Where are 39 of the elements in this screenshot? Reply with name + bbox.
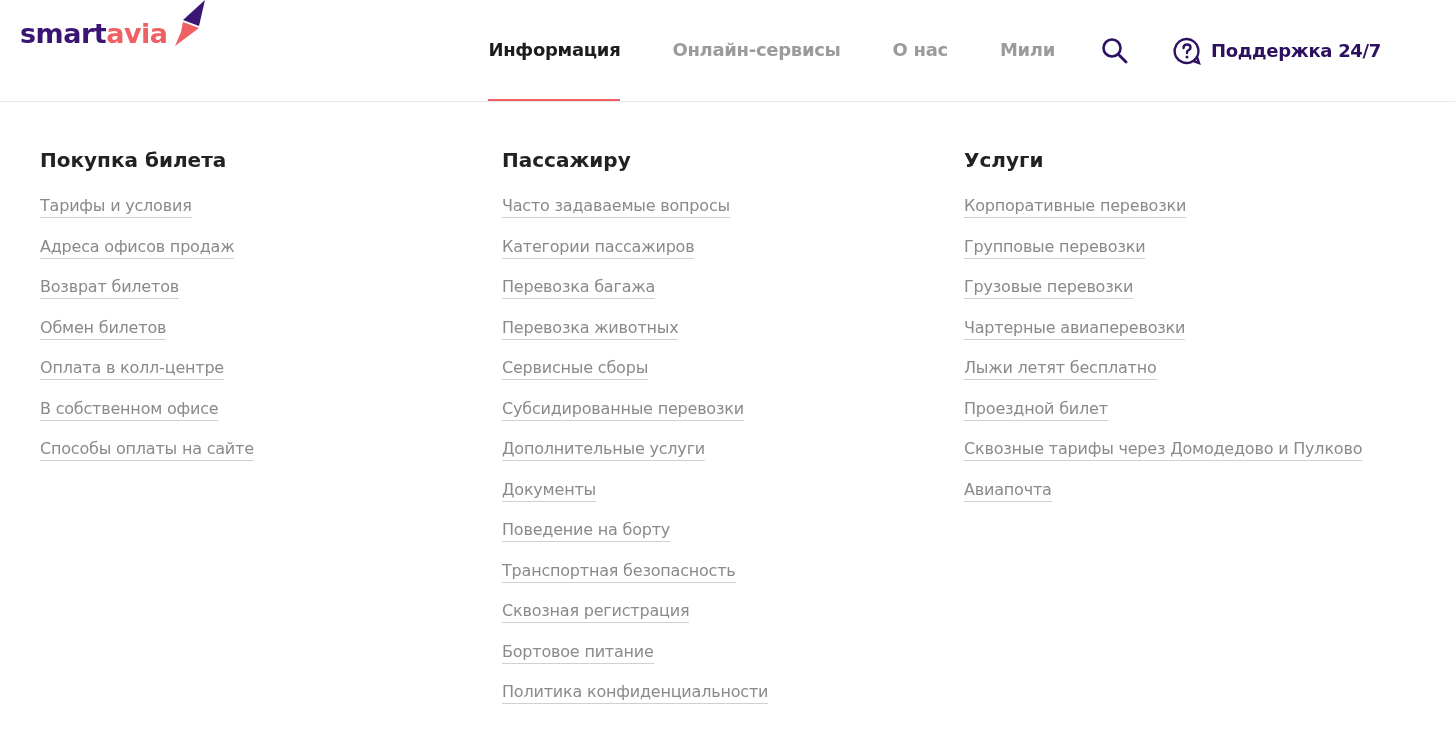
menu-link[interactable]: В собственном офисе: [40, 397, 219, 421]
nav-tab[interactable]: Мили: [999, 0, 1055, 101]
nav-tab[interactable]: Онлайн-сервисы: [672, 0, 841, 101]
menu-link[interactable]: Оплата в колл-центре: [40, 357, 224, 380]
menu-link[interactable]: Авиапочта: [964, 478, 1052, 502]
search-icon[interactable]: [1101, 36, 1129, 65]
menu-link[interactable]: Перевозка багажа: [502, 276, 656, 299]
help-bubble-icon[interactable]: [1173, 36, 1201, 65]
menu-link[interactable]: Адреса офисов продаж: [40, 235, 235, 259]
menu-link[interactable]: Грузовые перевозки: [964, 276, 1134, 299]
menu-link[interactable]: Обмен билетов: [40, 316, 167, 340]
menu-link[interactable]: Субсидированные перевозки: [502, 397, 744, 421]
menu-link[interactable]: Сервисные сборы: [502, 357, 649, 380]
menu-link[interactable]: Категории пассажиров: [502, 235, 695, 259]
menu-link[interactable]: Дополнительные услуги: [502, 438, 706, 461]
menu-link[interactable]: Часто задаваемые вопросы: [502, 195, 730, 218]
smartavia-logo[interactable]: smartavia: [20, 0, 206, 49]
menu-link[interactable]: Сквозная регистрация: [502, 600, 690, 623]
nav-tab[interactable]: О нас: [892, 0, 948, 101]
menu-link[interactable]: Тарифы и условия: [40, 195, 192, 218]
menu-link[interactable]: Сквозные тарифы через Домодедово и Пулково: [964, 438, 1363, 461]
menu-link[interactable]: Корпоративные перевозки: [964, 195, 1187, 218]
menu-link[interactable]: Перевозка животных: [502, 316, 679, 340]
menu-link[interactable]: Транспортная безопасность: [502, 559, 736, 583]
menu-link[interactable]: Политика конфиденциальности: [502, 681, 769, 704]
menu-link[interactable]: Документы: [502, 478, 596, 502]
nav-tab[interactable]: Информация: [488, 0, 621, 101]
menu-link[interactable]: Проездной билет: [964, 397, 1108, 421]
menu-link[interactable]: Чартерные авиаперевозки: [964, 316, 1186, 340]
menu-link[interactable]: Возврат билетов: [40, 276, 179, 299]
column-heading: Услуги: [964, 147, 1044, 174]
menu-link[interactable]: Поведение на борту: [502, 519, 671, 542]
menu-link[interactable]: Лыжи летят бесплатно: [964, 357, 1157, 380]
menu-link[interactable]: Способы оплаты на сайте: [40, 438, 254, 461]
support-link[interactable]: Поддержка 24/7: [1211, 40, 1382, 61]
menu-link[interactable]: Бортовое питание: [502, 640, 654, 664]
column-heading: Покупка билета: [40, 147, 227, 174]
column-heading: Пассажиру: [502, 147, 631, 174]
menu-link[interactable]: Групповые перевозки: [964, 235, 1146, 259]
